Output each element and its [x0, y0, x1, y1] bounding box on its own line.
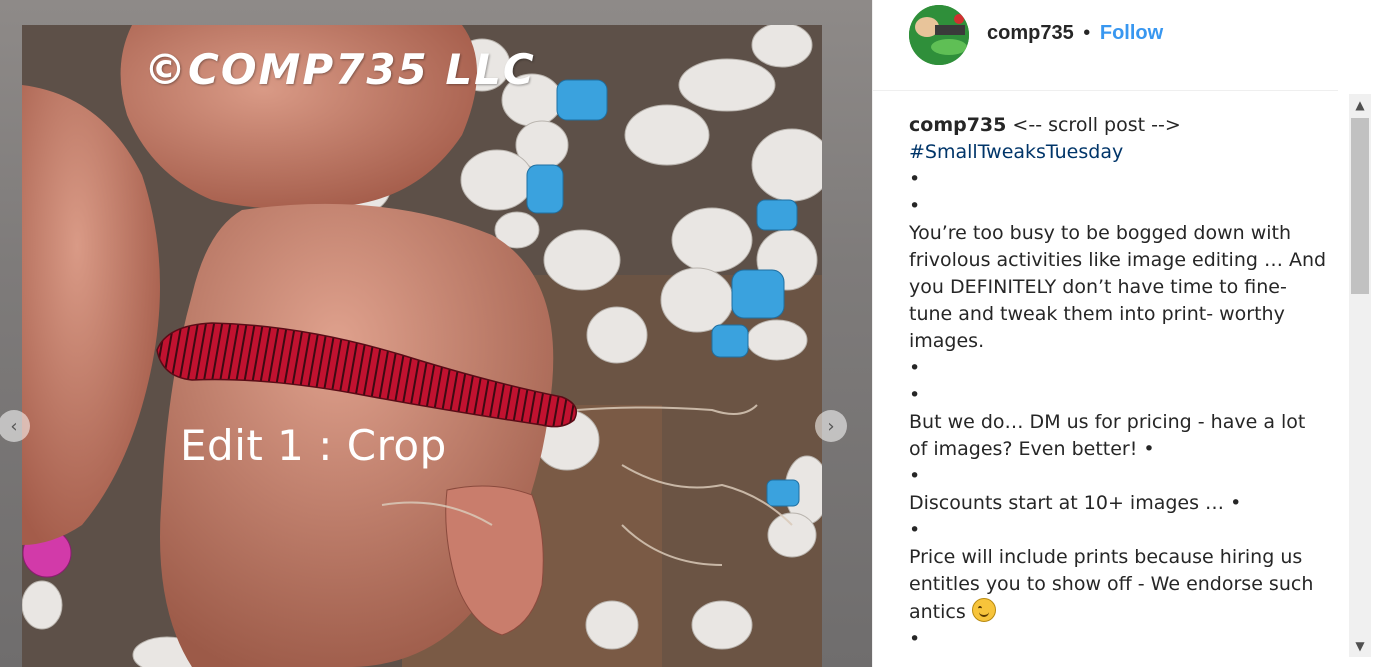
avatar[interactable]: [909, 5, 969, 65]
image-overlay-caption: Edit 1 : Crop: [180, 421, 447, 470]
scroll-down-arrow-icon[interactable]: ▼: [1349, 635, 1371, 657]
post-header: comp735 • Follow: [873, 0, 1338, 91]
caption-line: •: [909, 168, 921, 190]
chevron-right-icon: ›: [827, 415, 835, 437]
caption-text: <-- scroll post -->: [1006, 114, 1181, 136]
caption-line: •: [909, 357, 921, 379]
next-image-button[interactable]: ›: [815, 410, 847, 442]
post-details-panel: comp735 • Follow comp735 <-- scroll post…: [872, 0, 1379, 667]
username-link[interactable]: comp735: [987, 22, 1074, 44]
caption-line: You’re too busy to be bogged down with f…: [909, 222, 1327, 352]
caption-line: •: [909, 628, 921, 650]
follow-button[interactable]: Follow: [1100, 22, 1163, 44]
scroll-up-arrow-icon[interactable]: ▲: [1349, 94, 1371, 116]
chevron-left-icon: ‹: [10, 415, 18, 437]
comments-scrollbar[interactable]: ▲ ▼: [1349, 94, 1371, 657]
caption-comment: comp735 <-- scroll post --> #SmallTweaks…: [909, 112, 1329, 660]
post-image[interactable]: ©COMP735 LLC Edit 1 : Crop: [22, 25, 822, 667]
header-user-line: comp735 • Follow: [987, 22, 1163, 45]
caption-line: •: [909, 195, 921, 217]
caption-line: •: [909, 465, 921, 487]
post-photo-graphic: [22, 25, 822, 667]
avatar-image: [909, 5, 969, 65]
caption-line: Price will include prints because hiring…: [909, 546, 1320, 623]
scrollbar-thumb[interactable]: [1351, 118, 1369, 294]
caption-line: •: [909, 519, 921, 541]
caption-line: But we do… DM us for pricing - have a lo…: [909, 411, 1312, 460]
separator-dot: •: [1083, 22, 1091, 44]
watermark-text: ©COMP735 LLC: [144, 45, 536, 94]
smirking-face-emoji-icon: [971, 598, 996, 622]
caption-line: Discounts start at 10+ images … •: [909, 492, 1242, 514]
caption-author-link[interactable]: comp735: [909, 114, 1006, 136]
caption-first-line: comp735 <-- scroll post -->: [909, 112, 1329, 139]
hashtag-link[interactable]: #SmallTweaksTuesday: [909, 141, 1123, 163]
caption-line: •: [909, 384, 921, 406]
